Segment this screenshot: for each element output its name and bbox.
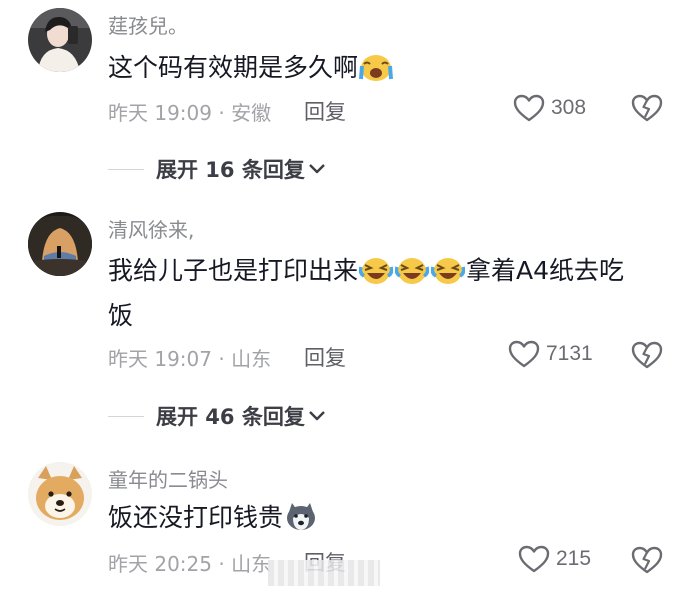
like-count: 308 bbox=[551, 96, 587, 119]
laughing-crying-emoji bbox=[395, 258, 430, 284]
username[interactable]: 童年的二锅头 bbox=[108, 464, 228, 493]
expand-replies-button[interactable]: 展开 16 条回复 bbox=[108, 154, 326, 184]
comment-item: 莛孩兒。 这个码有效期是多久啊 昨天 19:09 · 安徽 回复 308 展开 … bbox=[0, 0, 690, 195]
heart-icon bbox=[513, 94, 545, 122]
crying-face-emoji bbox=[359, 55, 394, 81]
comment-text-content: 饭还没打印钱贵 bbox=[108, 503, 284, 532]
divider-line bbox=[108, 415, 144, 417]
like-button[interactable]: 308 bbox=[513, 93, 586, 123]
reply-button[interactable]: 回复 bbox=[304, 342, 346, 372]
divider-line bbox=[108, 168, 144, 170]
username[interactable]: 莛孩兒。 bbox=[108, 10, 188, 39]
username[interactable]: 清风徐来, bbox=[108, 214, 194, 243]
like-count: 215 bbox=[556, 547, 592, 570]
comment-item: 清风徐来, 我给儿子也是打印出来 拿着A4纸去吃饭 昨天 19:07 · 山东 … bbox=[0, 195, 690, 445]
comment-meta: 昨天 20:25 · 山东 bbox=[108, 552, 272, 576]
reply-button[interactable]: 回复 bbox=[304, 96, 346, 126]
expand-replies-button[interactable]: 展开 46 条回复 bbox=[108, 401, 326, 431]
avatar[interactable] bbox=[28, 462, 92, 526]
comment-text: 这个码有效期是多久啊 bbox=[108, 45, 628, 90]
broken-heart-icon[interactable] bbox=[631, 545, 663, 575]
comment-meta: 昨天 19:09 · 安徽 bbox=[108, 101, 272, 125]
comment-text: 我给儿子也是打印出来 拿着A4纸去吃饭 bbox=[108, 248, 628, 338]
comment-meta: 昨天 19:07 · 山东 bbox=[108, 347, 272, 371]
laughing-crying-emoji bbox=[359, 258, 394, 284]
avatar[interactable] bbox=[28, 212, 92, 276]
like-button[interactable]: 215 bbox=[518, 544, 591, 574]
broken-heart-icon[interactable] bbox=[631, 93, 663, 123]
heart-icon bbox=[508, 340, 540, 368]
comment-text: 饭还没打印钱贵 bbox=[108, 495, 628, 540]
comment-text-content: 这个码有效期是多久啊 bbox=[108, 53, 359, 82]
broken-heart-icon[interactable] bbox=[631, 340, 663, 370]
laughing-crying-emoji bbox=[431, 258, 466, 284]
comment-item: 童年的二锅头 饭还没打印钱贵 昨天 20:25 · 山东 回复 215 bbox=[0, 445, 690, 594]
chevron-down-icon bbox=[309, 411, 325, 421]
chevron-down-icon bbox=[309, 164, 325, 174]
comment-text-content: 我给儿子也是打印出来 bbox=[108, 256, 359, 285]
like-button[interactable]: 7131 bbox=[508, 339, 593, 369]
expand-replies-label: 展开 46 条回复 bbox=[156, 405, 305, 429]
avatar[interactable] bbox=[28, 8, 92, 72]
expand-replies-label: 展开 16 条回复 bbox=[156, 158, 305, 182]
watermark-overlay bbox=[268, 560, 380, 586]
husky-emoji bbox=[287, 503, 316, 530]
heart-icon bbox=[518, 545, 550, 573]
like-count: 7131 bbox=[546, 342, 593, 365]
